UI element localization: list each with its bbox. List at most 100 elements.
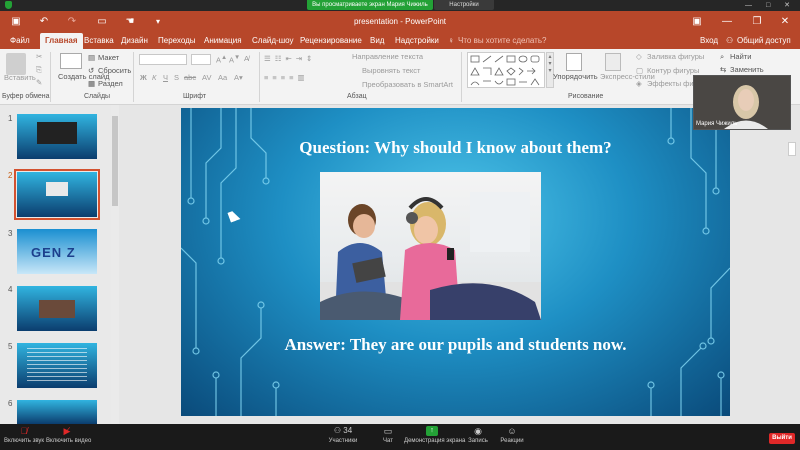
slide-photo[interactable] <box>320 172 541 320</box>
shapes-gallery[interactable] <box>467 52 545 88</box>
find-icon[interactable]: ⌕ <box>720 52 724 62</box>
tab-home[interactable]: Главная <box>40 33 83 49</box>
char-spacing-icon[interactable]: AV <box>202 73 211 82</box>
shrink-font-icon[interactable]: A▼ <box>229 54 240 65</box>
share-screen-button[interactable]: ↑ Демонстрация экрана <box>404 426 465 444</box>
clear-format-icon[interactable]: A̸ <box>244 54 249 63</box>
participants-label: Участники <box>328 438 358 444</box>
tab-animations[interactable]: Анимация <box>204 33 242 49</box>
tell-me-input[interactable]: Что вы хотите сделать? <box>458 33 546 49</box>
paste-button[interactable]: Вставить <box>4 73 36 82</box>
smartart-button[interactable]: Преобразовать в SmartArt <box>362 80 453 89</box>
restore-icon[interactable]: ❐ <box>744 11 770 33</box>
cut-icon[interactable]: ✂ <box>36 52 42 61</box>
share-icon[interactable]: ⚇ <box>726 33 733 49</box>
replace-button[interactable]: Заменить <box>730 65 764 74</box>
shape-outline-button[interactable]: Контур фигуры <box>647 66 699 75</box>
group-separator <box>259 52 260 102</box>
slide-thumbnail-2[interactable] <box>14 169 100 220</box>
tab-design[interactable]: Дизайн <box>121 33 148 49</box>
thumbnail-scrollbar-thumb[interactable] <box>112 116 118 206</box>
reset-button[interactable]: Сбросить <box>98 66 131 75</box>
layout-icon[interactable]: ▤ <box>88 53 95 62</box>
share-button[interactable]: Общий доступ <box>737 33 791 49</box>
record-button[interactable]: ◉ Запись <box>466 426 490 444</box>
thumbnail-text: GEN Z <box>31 245 76 260</box>
layout-button[interactable]: Макет <box>98 53 119 62</box>
shape-fill-icon[interactable]: ◇ <box>636 52 642 61</box>
tab-view[interactable]: Вид <box>370 33 384 49</box>
arrange-icon[interactable] <box>566 53 582 71</box>
text-direction-button[interactable]: Направление текста <box>352 52 423 61</box>
start-video-button[interactable]: ▶̸ Включить видео <box>46 426 91 444</box>
shape-fill-button[interactable]: Заливка фигуры <box>647 52 704 61</box>
save-icon[interactable]: ▣ <box>8 14 24 30</box>
tab-review[interactable]: Рецензирование <box>300 33 362 49</box>
slide-thumbnail-1[interactable] <box>17 114 97 159</box>
list-icons[interactable]: ☰☷⇤⇥⇕ <box>264 54 316 63</box>
font-color-icon[interactable]: A▾ <box>234 73 243 82</box>
find-button[interactable]: Найти <box>730 52 751 61</box>
reactions-label: Реакции <box>500 438 524 444</box>
leave-button[interactable]: Выйти <box>769 433 795 444</box>
group-separator <box>133 52 134 102</box>
tab-addins[interactable]: Надстройки <box>395 33 439 49</box>
minimize-icon[interactable]: — <box>714 11 740 33</box>
align-text-button[interactable]: Выровнять текст <box>362 66 420 75</box>
participant-count: 34 <box>343 426 353 435</box>
underline-icon[interactable]: Ч <box>163 73 168 82</box>
paste-icon[interactable] <box>6 53 26 75</box>
touch-mode-icon[interactable]: ☚ <box>122 14 138 30</box>
shadow-icon[interactable]: S <box>174 73 179 82</box>
font-size-field[interactable] <box>191 54 211 65</box>
thumbnail-number: 3 <box>8 229 13 238</box>
slide-thumbnail-5[interactable] <box>17 343 97 388</box>
participants-button[interactable]: ⚇ 34 Участники <box>328 426 358 444</box>
redo-icon[interactable]: ↷ <box>64 14 80 30</box>
chat-button[interactable]: ▭ Чат <box>378 426 398 444</box>
share-screen-icon: ↑ <box>426 426 438 436</box>
editor-scrollbar-thumb[interactable] <box>788 142 796 156</box>
replace-icon[interactable]: ⇆ <box>720 65 726 74</box>
section-button[interactable]: Раздел <box>98 79 123 88</box>
tab-slideshow[interactable]: Слайд-шоу <box>252 33 293 49</box>
font-name-field[interactable] <box>139 54 187 65</box>
tab-insert[interactable]: Вставка <box>84 33 114 49</box>
quick-styles-icon[interactable] <box>605 53 621 71</box>
shape-outline-icon[interactable]: ▢ <box>636 66 643 75</box>
section-icon[interactable]: ▦ <box>88 79 95 88</box>
sign-in-link[interactable]: Вход <box>700 33 718 49</box>
ribbon-display-icon[interactable]: ▣ <box>684 11 710 33</box>
change-case-icon[interactable]: Aa <box>218 73 227 82</box>
slide-answer-text[interactable]: Answer: They are our pupils and students… <box>181 335 730 355</box>
new-slide-button[interactable]: Создать слайд <box>58 72 109 82</box>
undo-icon[interactable]: ↶ <box>36 14 52 30</box>
new-slide-icon[interactable] <box>60 53 82 69</box>
slide-question-text[interactable]: Question: Why should I know about them? <box>181 138 730 158</box>
video-off-icon: ▶̸ <box>63 426 71 436</box>
close-icon[interactable]: ✕ <box>772 11 798 33</box>
format-painter-icon[interactable]: ✎ <box>36 78 42 87</box>
grow-font-icon[interactable]: A▲ <box>216 54 227 65</box>
zoom-window-controls[interactable]: — □ ✕ <box>696 1 796 10</box>
slideshow-icon[interactable]: ▭ <box>94 14 110 30</box>
customize-quick-access-icon[interactable]: ▾ <box>150 14 166 30</box>
tab-file[interactable]: Файл <box>10 33 30 49</box>
shape-effects-icon[interactable]: ◈ <box>636 79 642 88</box>
arrange-button[interactable]: Упорядочить <box>553 72 598 81</box>
slide-thumbnail-4[interactable] <box>17 286 97 331</box>
slide-thumbnail-3[interactable]: GEN Z <box>17 229 97 274</box>
slide-thumbnail-6[interactable] <box>17 400 97 424</box>
unmute-button[interactable]: 🎙̸ Включить звук <box>4 426 44 444</box>
copy-icon[interactable]: ⎘ <box>36 65 42 75</box>
bold-icon[interactable]: Ж <box>140 73 147 82</box>
tab-transitions[interactable]: Переходы <box>158 33 196 49</box>
share-banner: Вы просматриваете экран Мария Чижиль <box>307 0 433 10</box>
shapes-gallery-scroll[interactable]: ▴ ▾ ▾ <box>546 52 554 88</box>
reset-icon[interactable]: ↺ <box>88 66 94 75</box>
italic-icon[interactable]: К <box>152 73 156 82</box>
strikethrough-icon[interactable]: abc <box>184 73 196 82</box>
align-icons[interactable]: ≡≡≡≡▥ <box>264 73 309 82</box>
reactions-button[interactable]: ☺ Реакции <box>498 426 526 444</box>
view-options-button[interactable]: Настройки просмотра ▾ <box>434 0 494 18</box>
